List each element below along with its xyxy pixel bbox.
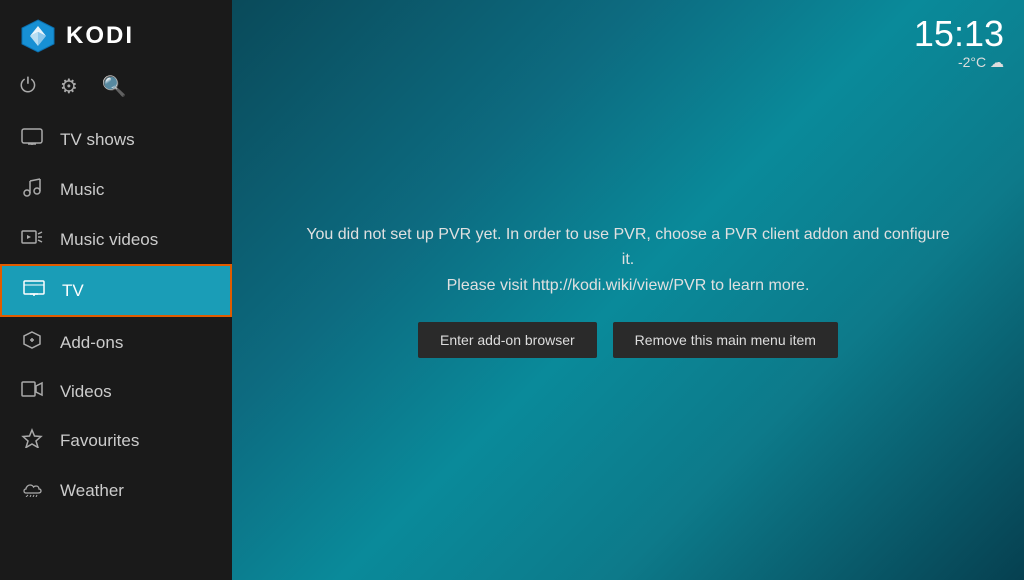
tv-shows-icon [20,128,44,151]
sidebar-item-videos-label: Videos [60,382,112,402]
pvr-buttons: Enter add-on browser Remove this main me… [298,322,958,358]
clock-area: 15:13 -2°C ☁ [914,16,1004,71]
videos-icon [20,381,44,402]
main-content: 15:13 -2°C ☁ You did not set up PVR yet.… [232,0,1024,580]
pvr-line2: Please visit http://kodi.wiki/view/PVR t… [447,277,810,294]
search-icon[interactable]: 🔍 [102,74,127,99]
sidebar-item-favourites[interactable]: Favourites [0,415,232,466]
sidebar-item-weather[interactable]: Weather [0,466,232,515]
sidebar-item-tv-shows[interactable]: TV shows [0,115,232,164]
sidebar: KODI ⏻ ⚙ 🔍 TV shows [0,0,232,580]
tv-live-icon [22,279,46,302]
kodi-logo-icon [20,18,56,54]
app-title: KODI [66,22,134,50]
power-icon[interactable]: ⏻ [20,75,36,98]
sidebar-item-music-label: Music [60,180,104,200]
star-icon [20,428,44,453]
sidebar-item-weather-label: Weather [60,481,124,501]
music-icon [20,177,44,202]
pvr-message-box: You did not set up PVR yet. In order to … [278,202,978,379]
sidebar-toolbar: ⏻ ⚙ 🔍 [0,66,232,115]
settings-icon[interactable]: ⚙ [60,74,78,99]
clock-display: 15:13 [914,16,1004,52]
sidebar-item-tv-shows-label: TV shows [60,130,135,150]
sidebar-item-music[interactable]: Music [0,164,232,215]
sidebar-item-tv[interactable]: TV [0,264,232,317]
remove-menu-item-button[interactable]: Remove this main menu item [613,322,838,358]
enter-addon-browser-button[interactable]: Enter add-on browser [418,322,597,358]
addon-icon [20,330,44,355]
music-videos-icon [20,228,44,251]
sidebar-item-music-videos-label: Music videos [60,230,158,250]
sidebar-item-add-ons-label: Add-ons [60,333,123,353]
sidebar-item-add-ons[interactable]: Add-ons [0,317,232,368]
pvr-line1: You did not set up PVR yet. In order to … [306,226,949,269]
sidebar-item-tv-label: TV [62,281,84,301]
weather-display: -2°C ☁ [914,54,1004,71]
main-menu: TV shows Music [0,115,232,580]
sidebar-item-favourites-label: Favourites [60,431,139,451]
weather-icon [20,479,44,502]
sidebar-item-videos[interactable]: Videos [0,368,232,415]
sidebar-item-music-videos[interactable]: Music videos [0,215,232,264]
logo-area: KODI [0,0,232,66]
pvr-message-text: You did not set up PVR yet. In order to … [298,222,958,299]
